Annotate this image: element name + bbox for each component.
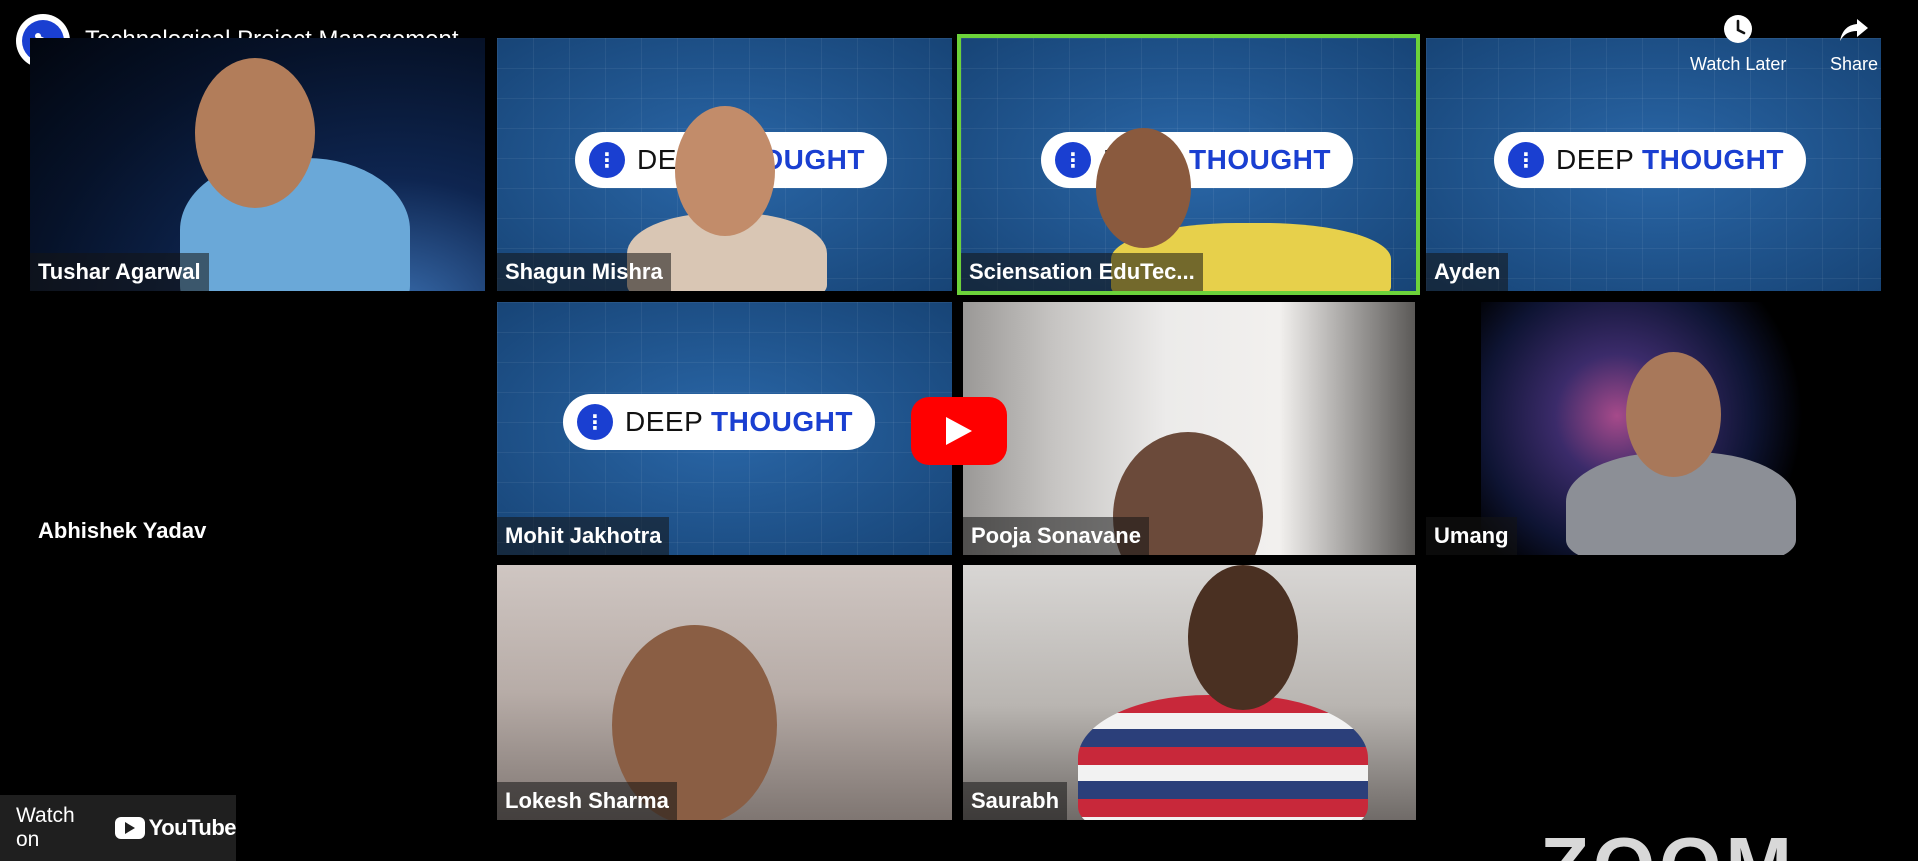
deep-thought-icon: ⋮: [589, 142, 625, 178]
participant-tile-pooja: Pooja Sonavane: [963, 302, 1415, 555]
participant-name-abhishek: Abhishek Yadav: [38, 518, 207, 543]
youtube-play-icon: [114, 817, 145, 839]
watch-later-button[interactable]: Watch Later: [1690, 12, 1786, 75]
participant-name: Tushar Agarwal: [30, 253, 209, 291]
participant-tile-umang: Umang: [1426, 302, 1881, 555]
participant-name: Umang: [1426, 517, 1517, 555]
participant-tile-lokesh: Lokesh Sharma: [497, 565, 952, 820]
participant-tile-sciensation: ⋮ DEEP THOUGHT Sciensation EduTec...: [961, 38, 1416, 291]
deep-thought-icon: ⋮: [1508, 142, 1544, 178]
participant-tile-saurabh: Saurabh: [963, 565, 1416, 820]
participant-name: Sciensation EduTec...: [961, 253, 1203, 291]
participant-tile-ayden: ⋮ DEEP THOUGHT Ayden: [1426, 38, 1881, 291]
participant-tile-tushar: Tushar Agarwal: [30, 38, 485, 291]
play-button[interactable]: [911, 397, 1007, 465]
participant-name: Pooja Sonavane: [963, 517, 1149, 555]
play-icon: [946, 417, 972, 445]
deep-thought-logo: ⋮ DEEP THOUGHT: [563, 394, 875, 450]
deep-thought-logo: ⋮ DEEP THOUGHT: [1494, 132, 1806, 188]
participant-tile-mohit: ⋮ DEEP THOUGHT Mohit Jakhotra: [497, 302, 952, 555]
clock-icon: [1724, 15, 1753, 43]
deep-thought-icon: ⋮: [577, 404, 613, 440]
share-button[interactable]: Share: [1830, 12, 1878, 75]
participant-name: Mohit Jakhotra: [497, 517, 670, 555]
deep-thought-logo: ⋮ DEEP THOUGHT: [1041, 132, 1353, 188]
youtube-logo: YouTube: [114, 815, 237, 841]
share-arrow-icon: [1840, 19, 1869, 41]
participant-name: Ayden: [1426, 253, 1509, 291]
watch-later-label: Watch Later: [1690, 54, 1787, 74]
participant-name: Lokesh Sharma: [497, 782, 677, 820]
zoom-watermark: ZOOM: [1540, 826, 1796, 861]
participant-name: Shagun Mishra: [497, 253, 671, 291]
watch-on-label: Watch on: [16, 804, 75, 851]
deep-thought-icon: ⋮: [1055, 142, 1091, 178]
participant-tile-shagun: ⋮ DEEP THOUGHT Shagun Mishra: [497, 38, 952, 291]
share-label: Share: [1830, 54, 1879, 74]
watch-on-youtube-button[interactable]: Watch on YouTube: [0, 795, 237, 861]
participant-name: Saurabh: [963, 782, 1068, 820]
